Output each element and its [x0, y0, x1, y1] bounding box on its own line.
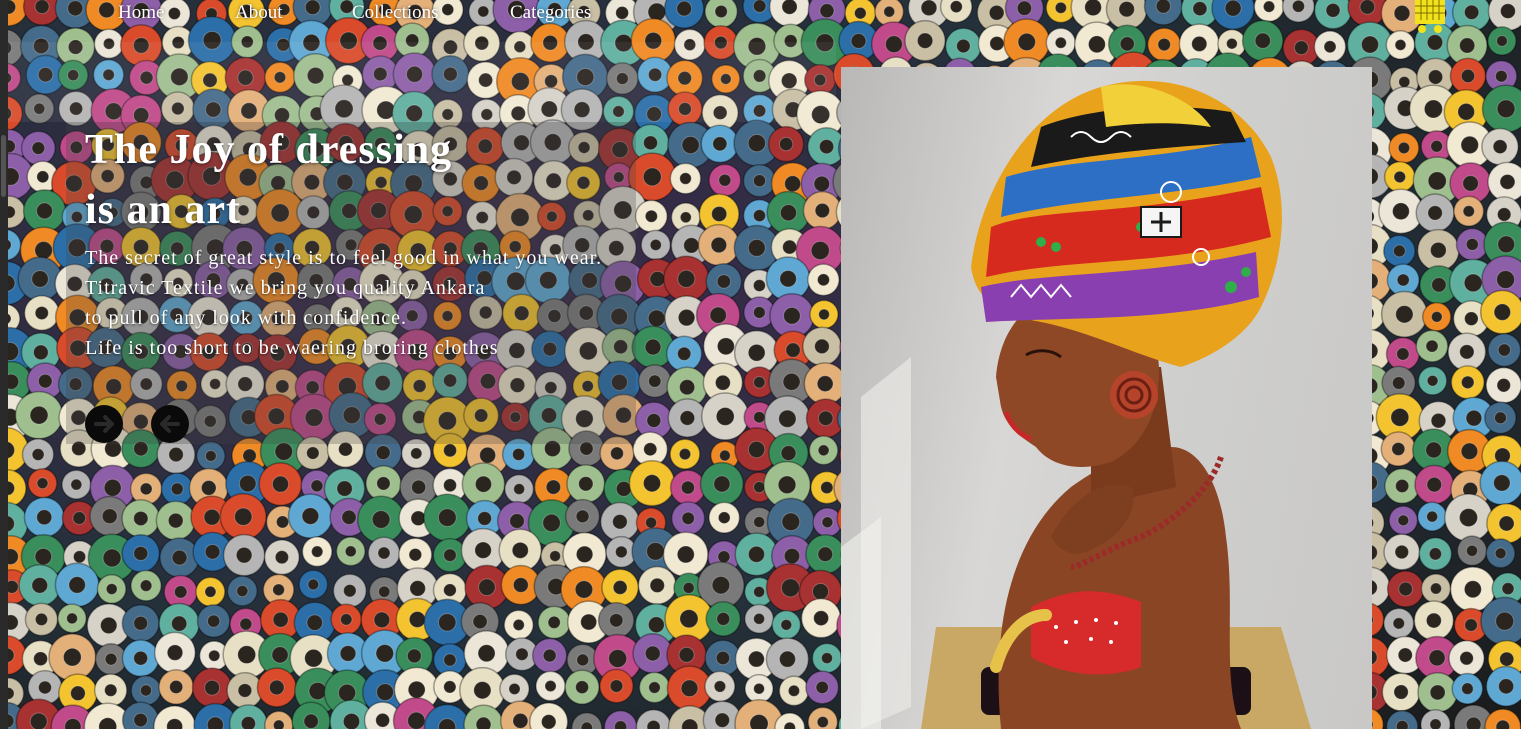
arrow-left-icon[interactable] [151, 405, 189, 443]
hero-description: The secret of great style is to feel goo… [85, 243, 602, 363]
featured-artwork-image [841, 67, 1372, 729]
hero-overlay-top [8, 42, 836, 122]
hero-title-line2: is an art [85, 187, 241, 233]
nav-home[interactable]: Home [118, 2, 164, 24]
hero-line: to pull of any look with confidence. [85, 307, 408, 329]
nav-collections[interactable]: Collections [352, 2, 439, 24]
hero-line: Life is too short to be waering broring … [85, 337, 499, 359]
main-nav: Home About Collections Categories [0, 0, 1521, 33]
hero-line: The secret of great style is to feel goo… [85, 247, 603, 269]
arrow-right-icon[interactable] [85, 405, 123, 443]
shopping-cart-icon[interactable] [1412, 0, 1448, 34]
scrollbar[interactable] [0, 0, 8, 729]
nav-about[interactable]: About [235, 2, 283, 24]
nav-categories[interactable]: Categories [510, 2, 591, 24]
scrollbar-thumb[interactable] [1, 135, 6, 197]
hero-line: Titravic Textile we bring you quality An… [85, 277, 486, 299]
hero-title-line1: The Joy of dressing [85, 127, 453, 173]
